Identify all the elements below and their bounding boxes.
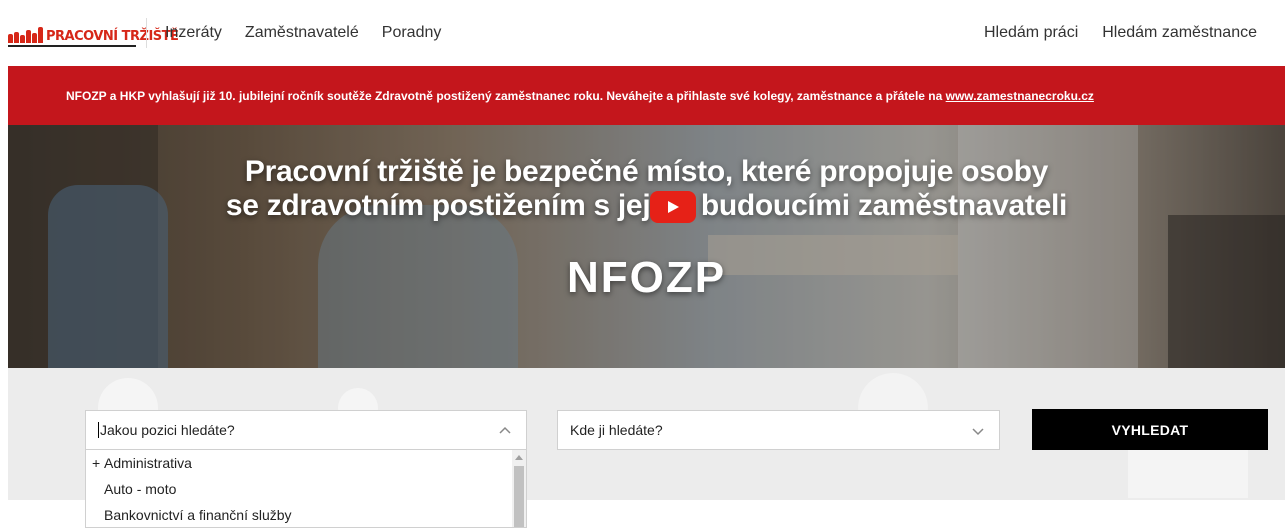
- banner-link[interactable]: www.zamestnanecroku.cz: [946, 89, 1094, 103]
- announcement-banner: NFOZP a HKP vyhlašují již 10. jubilejní …: [8, 66, 1285, 125]
- list-item[interactable]: + Administrativa: [86, 450, 526, 476]
- location-placeholder: Kde ji hledáte?: [570, 422, 663, 438]
- nav-link-zamestnavatele[interactable]: Zaměstnavatelé: [245, 24, 359, 42]
- hero-section: Pracovní tržiště je bezpečné místo, kter…: [8, 125, 1285, 368]
- youtube-play-icon: [668, 201, 679, 213]
- hero-brand: NFOZP: [566, 253, 727, 302]
- expand-plus-icon[interactable]: +: [92, 450, 104, 476]
- main-nav: Inzeráty Zaměstnavatelé Poradny: [165, 0, 441, 66]
- site-logo[interactable]: PRACOVNÍ TRŽIŠTĚ: [8, 21, 179, 47]
- position-placeholder: Jakou pozici hledáte?: [100, 422, 235, 438]
- position-search-input[interactable]: Jakou pozici hledáte?: [85, 410, 527, 450]
- list-item[interactable]: Bankovnictví a finanční služby: [86, 502, 526, 527]
- site-header: PRACOVNÍ TRŽIŠTĚ Inzeráty Zaměstnavatelé…: [0, 0, 1285, 66]
- banner-text: NFOZP a HKP vyhlašují již 10. jubilejní …: [66, 88, 1094, 103]
- search-button[interactable]: VYHLEDAT: [1032, 409, 1268, 450]
- video-play-button[interactable]: [650, 191, 696, 223]
- logo-text: PRACOVNÍ TRŽIŠTĚ: [46, 29, 179, 44]
- scroll-thumb[interactable]: [514, 466, 524, 527]
- account-nav: Hledám práci Hledám zaměstnance: [984, 0, 1257, 66]
- list-item[interactable]: Auto - moto: [86, 476, 526, 502]
- hero-title: Pracovní tržiště je bezpečné místo, kter…: [225, 155, 1068, 222]
- scroll-up-icon[interactable]: [515, 455, 523, 460]
- chevron-down-icon[interactable]: [971, 424, 985, 438]
- nav-link-inzeraty[interactable]: Inzeráty: [165, 24, 222, 42]
- nav-link-poradny[interactable]: Poradny: [382, 24, 442, 42]
- chevron-up-icon[interactable]: [498, 424, 512, 438]
- nav-link-hledam-praci[interactable]: Hledám práci: [984, 24, 1078, 42]
- people-logo-icon: [8, 27, 43, 43]
- position-dropdown-list: + Administrativa Auto - moto Bankovnictví…: [85, 450, 527, 528]
- nav-link-hledam-zamestnance[interactable]: Hledám zaměstnance: [1102, 24, 1257, 42]
- location-search-input[interactable]: Kde ji hledáte?: [557, 410, 1000, 450]
- dropdown-scrollbar[interactable]: [512, 450, 526, 527]
